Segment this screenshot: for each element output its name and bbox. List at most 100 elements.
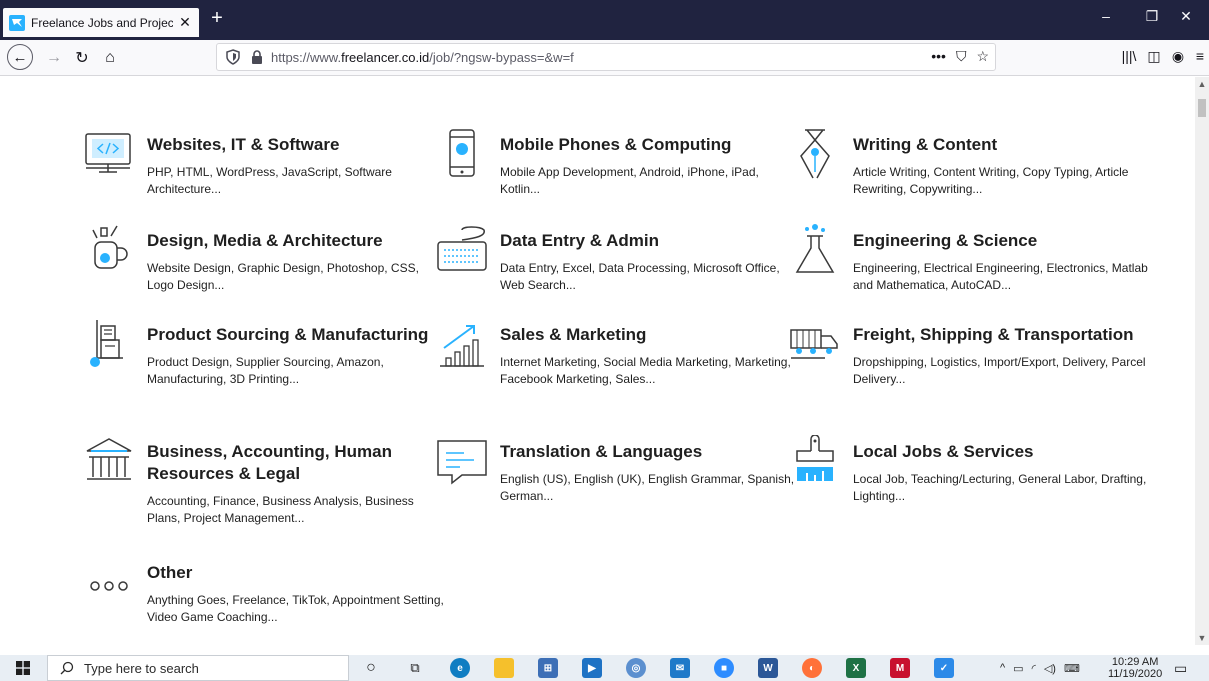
- category-writing-content[interactable]: Writing & Content Article Writing, Conte…: [800, 129, 1153, 198]
- category-title[interactable]: Websites, IT & Software: [147, 134, 447, 156]
- file-explorer-icon[interactable]: [494, 658, 514, 678]
- category-translation-languages[interactable]: Translation & Languages English (US), En…: [437, 440, 800, 505]
- sidebar-icon[interactable]: ◫: [1143, 48, 1165, 65]
- category-title[interactable]: Data Entry & Admin: [500, 230, 800, 252]
- word-icon[interactable]: W: [758, 658, 778, 678]
- chrome-icon[interactable]: ◎: [626, 658, 646, 678]
- windows-logo-icon: [16, 661, 30, 675]
- search-placeholder: Type here to search: [84, 660, 199, 676]
- category-product-sourcing-manufacturing[interactable]: Product Sourcing & Manufacturing Product…: [90, 320, 447, 388]
- tracking-shield-icon[interactable]: [225, 49, 241, 65]
- home-icon: ⌂: [105, 49, 115, 66]
- category-title[interactable]: Writing & Content: [853, 134, 1153, 156]
- search-icon: [60, 661, 74, 675]
- category-description: Article Writing, Content Writing, Copy T…: [853, 165, 1129, 196]
- start-button[interactable]: [0, 655, 46, 681]
- keyboard-layout-icon[interactable]: ⌨: [1064, 662, 1080, 675]
- category-title[interactable]: Translation & Languages: [500, 441, 800, 463]
- battery-icon[interactable]: ▭: [1013, 662, 1023, 675]
- scroll-down-arrow-icon[interactable]: ▼: [1195, 631, 1209, 645]
- growth-chart-icon: [440, 325, 484, 367]
- category-engineering-science[interactable]: Engineering & Science Engineering, Elect…: [795, 224, 1153, 294]
- category-local-jobs-services[interactable]: Local Jobs & Services Local Job, Teachin…: [796, 435, 1153, 505]
- category-data-entry-admin[interactable]: Data Entry & Admin Data Entry, Excel, Da…: [437, 226, 800, 294]
- notification-icon[interactable]: ▭: [1174, 655, 1187, 681]
- monitor-code-icon: [85, 133, 131, 173]
- category-description: Website Design, Graphic Design, Photosho…: [147, 261, 419, 292]
- edge-browser-icon[interactable]: e: [450, 658, 470, 678]
- browser-tab[interactable]: Freelance Jobs and Projects | Freelancer…: [3, 8, 199, 37]
- store-icon[interactable]: ⊞: [538, 658, 558, 678]
- app-red-icon[interactable]: M: [890, 658, 910, 678]
- firefox-icon[interactable]: ◐: [802, 658, 822, 678]
- library-icon[interactable]: |||\: [1118, 48, 1140, 64]
- category-description: Data Entry, Excel, Data Processing, Micr…: [500, 261, 780, 292]
- category-title[interactable]: Sales & Marketing: [500, 324, 800, 346]
- windows-taskbar: Type here to search ○ ⧉ e ⊞ ▶ ◎ ✉ ■ W ◐ …: [0, 655, 1209, 681]
- mail-icon[interactable]: ✉: [670, 658, 690, 678]
- category-business-accounting-hr-legal[interactable]: Business, Accounting, Human Resources & …: [86, 438, 447, 527]
- category-title[interactable]: Engineering & Science: [853, 230, 1153, 252]
- clock-date: 11/19/2020: [1108, 668, 1163, 680]
- tab-close-icon[interactable]: ✕: [177, 14, 193, 31]
- taskbar-search-box[interactable]: Type here to search: [47, 655, 349, 681]
- page-scrollbar[interactable]: ▲ ▼: [1195, 77, 1209, 645]
- new-tab-button[interactable]: +: [206, 7, 228, 31]
- category-title[interactable]: Local Jobs & Services: [853, 441, 1153, 463]
- minimize-button[interactable]: –: [1083, 0, 1129, 32]
- category-description: English (US), English (UK), English Gram…: [500, 472, 795, 503]
- cortana-icon[interactable]: ○: [361, 658, 381, 678]
- excel-icon[interactable]: X: [846, 658, 866, 678]
- scroll-thumb[interactable]: [1198, 99, 1206, 117]
- category-description: PHP, HTML, WordPress, JavaScript, Softwa…: [147, 165, 392, 196]
- hand-truck-icon: [90, 320, 123, 367]
- category-title[interactable]: Freight, Shipping & Transportation: [853, 324, 1153, 346]
- category-design-media-architecture[interactable]: Design, Media & Architecture Website Des…: [92, 225, 447, 294]
- category-mobile-phones-computing[interactable]: Mobile Phones & Computing Mobile App Dev…: [449, 129, 800, 198]
- tray-chevron-icon[interactable]: ^: [1000, 662, 1005, 674]
- account-icon[interactable]: ◉: [1167, 48, 1189, 65]
- category-freight-shipping-transportation[interactable]: Freight, Shipping & Transportation Drops…: [790, 324, 1153, 388]
- category-title[interactable]: Business, Accounting, Human Resources & …: [147, 441, 447, 485]
- close-window-button[interactable]: ✕: [1163, 0, 1209, 32]
- more-dots-icon: [90, 581, 128, 591]
- zoom-icon[interactable]: ■: [714, 658, 734, 678]
- category-description: Internet Marketing, Social Media Marketi…: [500, 355, 791, 386]
- forward-button[interactable]: →: [40, 46, 68, 70]
- taskbar-clock[interactable]: 10:29 AM 11/19/2020: [1108, 656, 1162, 680]
- lock-icon[interactable]: [251, 50, 263, 64]
- reload-button[interactable]: ↻: [68, 46, 96, 70]
- bookmark-star-icon[interactable]: ☆: [976, 48, 989, 65]
- scroll-up-arrow-icon[interactable]: ▲: [1195, 77, 1209, 91]
- task-view-icon[interactable]: ⧉: [405, 658, 425, 678]
- flask-icon: [795, 224, 835, 273]
- category-other[interactable]: Other Anything Goes, Freelance, TikTok, …: [90, 562, 447, 626]
- paint-brush-icon: [796, 435, 834, 481]
- category-description: Product Design, Supplier Sourcing, Amazo…: [147, 355, 384, 386]
- mobile-phone-icon: [449, 129, 475, 177]
- volume-icon[interactable]: ◁): [1044, 662, 1056, 675]
- app-blue-icon[interactable]: ✓: [934, 658, 954, 678]
- category-description: Accounting, Finance, Business Analysis, …: [147, 494, 414, 525]
- category-description: Anything Goes, Freelance, TikTok, Appoin…: [147, 593, 444, 624]
- freelancer-favicon-icon: [9, 14, 25, 31]
- home-button[interactable]: ⌂: [96, 46, 124, 70]
- category-title[interactable]: Mobile Phones & Computing: [500, 134, 800, 156]
- menu-hamburger-icon[interactable]: ≡: [1189, 48, 1209, 64]
- category-title[interactable]: Other: [147, 562, 447, 584]
- category-sales-marketing[interactable]: Sales & Marketing Internet Marketing, So…: [440, 324, 800, 388]
- category-title[interactable]: Product Sourcing & Manufacturing: [147, 324, 447, 346]
- pocket-icon[interactable]: ⛉: [956, 48, 967, 65]
- category-description: Dropshipping, Logistics, Import/Export, …: [853, 355, 1146, 386]
- speech-bubble-icon: [437, 440, 487, 485]
- media-player-icon[interactable]: ▶: [582, 658, 602, 678]
- category-description: Engineering, Electrical Engineering, Ele…: [853, 261, 1148, 292]
- back-arrow-icon: ←: [7, 44, 33, 70]
- category-websites-it-software[interactable]: Websites, IT & Software PHP, HTML, WordP…: [85, 133, 447, 198]
- page-actions-menu-icon[interactable]: •••: [931, 48, 946, 65]
- category-title[interactable]: Design, Media & Architecture: [147, 230, 447, 252]
- wifi-icon[interactable]: ◜: [1032, 662, 1036, 675]
- forward-arrow-icon: →: [46, 49, 62, 66]
- back-button[interactable]: ←: [6, 44, 34, 70]
- url-bar[interactable]: https://www.freelancer.co.id/job/?ngsw-b…: [216, 43, 996, 71]
